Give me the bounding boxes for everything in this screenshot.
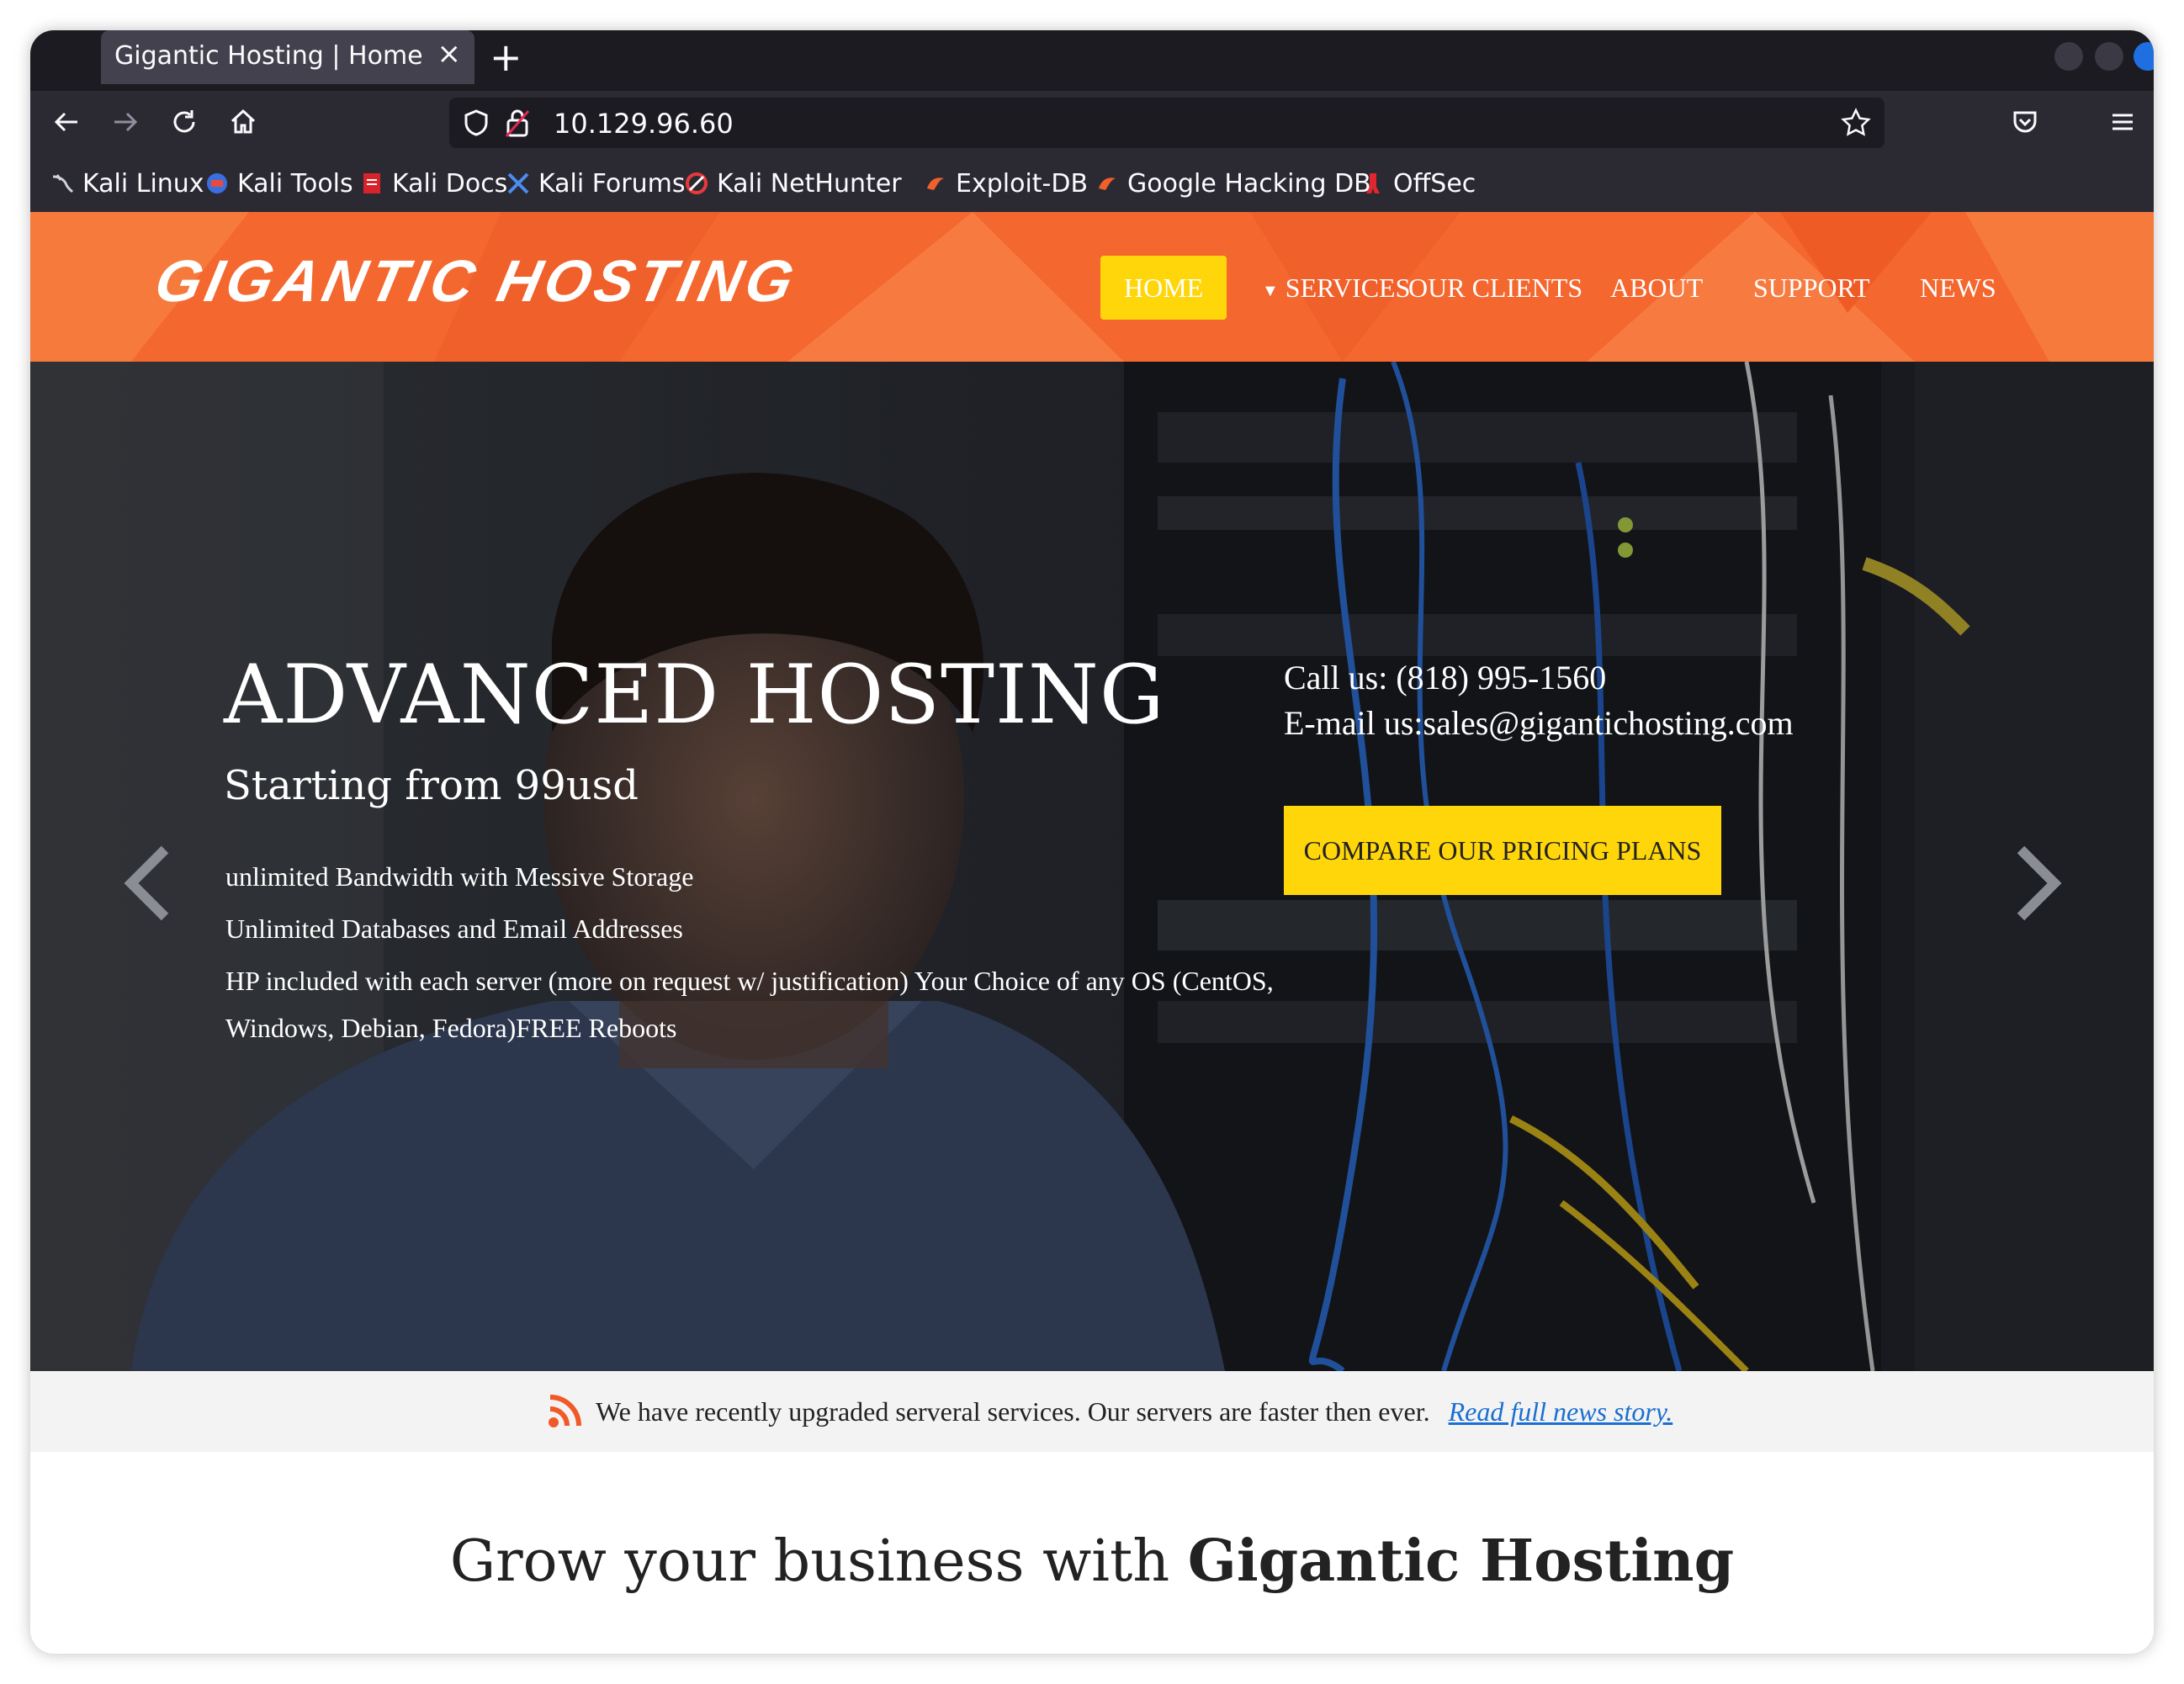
window-maximize-button[interactable] — [2095, 42, 2123, 71]
call-label: Call us: — [1284, 659, 1397, 696]
window-close-button[interactable] — [2134, 42, 2154, 71]
contact-phone: Call us: (818) 995-1560 — [1284, 658, 1606, 697]
nav-news[interactable]: NEWS — [1920, 256, 1996, 320]
forward-icon[interactable] — [106, 103, 145, 141]
bookmark-label: Exploit-DB — [956, 168, 1089, 199]
nav-home[interactable]: HOME — [1100, 256, 1227, 320]
site-logo[interactable]: GIGANTIC HOSTING — [149, 247, 803, 315]
hero-subtitle: Starting from 99usd — [224, 762, 639, 809]
chevron-right-icon — [2017, 845, 2062, 921]
kali-docs-icon — [360, 172, 384, 195]
bookmark-offsec[interactable]: OffSec — [1361, 167, 1476, 200]
chevron-left-icon — [124, 845, 169, 921]
bookmark-kali-forums[interactable]: Kali Forums — [506, 167, 685, 200]
section-heading: Grow your business with Gigantic Hosting — [30, 1528, 2154, 1595]
rss-icon — [549, 1395, 581, 1427]
new-tab-button[interactable]: + — [490, 32, 522, 82]
pocket-icon[interactable] — [2006, 103, 2044, 141]
nav-services-label: SERVICES — [1285, 273, 1411, 303]
bookmarks-toolbar: Kali Linux Kali Tools Kali Docs Kali For… — [30, 155, 2154, 214]
heading-brand: Gigantic Hosting — [1187, 1528, 1735, 1595]
home-icon[interactable] — [224, 103, 262, 141]
menu-icon[interactable] — [2103, 103, 2142, 141]
nav-about[interactable]: ABOUT — [1610, 256, 1703, 320]
hero-title: ADVANCED HOSTING — [224, 648, 1165, 742]
news-ticker: We have recently upgraded serveral servi… — [30, 1371, 2154, 1452]
hero-feature-line: unlimited Bandwidth with Messive Storage — [225, 861, 694, 892]
kali-dragon-icon — [50, 172, 74, 195]
reload-icon[interactable] — [165, 103, 204, 141]
address-bar[interactable]: 10.129.96.60 — [449, 98, 1884, 148]
news-content: We have recently upgraded serveral servi… — [547, 1393, 1672, 1430]
bookmark-kali-nethunter[interactable]: Kali NetHunter — [685, 167, 902, 200]
email-address[interactable]: sales@gigantichosting.com — [1423, 704, 1794, 742]
browser-window: Gigantic Hosting | Home × + 10.129.96.60 — [30, 30, 2154, 1654]
hero-feature-line: Unlimited Databases and Email Addresses — [225, 913, 683, 944]
navigation-toolbar: 10.129.96.60 — [30, 91, 2154, 155]
caret-down-icon: ▼ — [1262, 281, 1279, 300]
slider-prev-arrow[interactable] — [123, 833, 173, 934]
shield-icon[interactable] — [463, 109, 490, 137]
heading-prefix: Grow your business with — [449, 1528, 1188, 1595]
tab-active[interactable]: Gigantic Hosting | Home × — [101, 30, 474, 84]
nav-our-clients[interactable]: OUR CLIENTS — [1408, 256, 1582, 320]
hero-slider: ADVANCED HOSTING Starting from 99usd unl… — [30, 362, 2154, 1371]
nav-services[interactable]: ▼ SERVICES — [1262, 256, 1410, 320]
nethunter-icon — [685, 172, 708, 195]
phone-number[interactable]: (818) 995-1560 — [1396, 659, 1606, 696]
slider-next-arrow[interactable] — [2012, 833, 2063, 934]
bookmark-label: Google Hacking DB — [1127, 168, 1371, 199]
compare-pricing-button[interactable]: COMPARE OUR PRICING PLANS — [1284, 806, 1721, 895]
url-text: 10.129.96.60 — [554, 108, 734, 140]
exploit-db-icon — [924, 172, 947, 195]
bookmark-label: Kali Docs — [392, 168, 508, 199]
tab-title: Gigantic Hosting | Home — [114, 41, 423, 71]
bookmark-kali-tools[interactable]: Kali Tools — [205, 167, 353, 200]
kali-tools-icon — [205, 172, 229, 195]
bookmark-label: Kali Tools — [237, 168, 353, 199]
bookmark-kali-linux[interactable]: Kali Linux — [50, 167, 204, 200]
hero-feature-line: HP included with each server (more on re… — [225, 966, 1274, 996]
news-text: We have recently upgraded serveral servi… — [596, 1395, 1430, 1427]
bookmark-google-hacking-db[interactable]: Google Hacking DB — [1095, 167, 1371, 200]
bookmark-label: OffSec — [1393, 168, 1476, 199]
email-label: E-mail us: — [1284, 704, 1423, 742]
bookmark-kali-docs[interactable]: Kali Docs — [360, 167, 507, 200]
tab-close-icon[interactable]: × — [437, 37, 462, 71]
insecure-lock-icon[interactable] — [505, 108, 530, 138]
bookmark-exploit-db[interactable]: Exploit-DB — [924, 167, 1088, 200]
ghdb-icon — [1095, 172, 1119, 195]
hero-feature-line: Windows, Debian, Fedora)FREE Reboots — [225, 1013, 677, 1043]
bookmark-label: Kali Forums — [538, 168, 686, 199]
kali-forums-icon — [506, 172, 530, 195]
read-news-link[interactable]: Read full news story. — [1449, 1396, 1673, 1427]
site-header: GIGANTIC HOSTING HOME ▼ SERVICES OUR CLIE… — [30, 212, 2154, 362]
back-icon[interactable] — [47, 103, 86, 141]
bookmark-label: Kali NetHunter — [717, 168, 902, 199]
tab-strip: Gigantic Hosting | Home × + — [30, 30, 2154, 91]
bookmark-label: Kali Linux — [82, 168, 204, 199]
offsec-icon — [1361, 172, 1385, 195]
window-minimize-button[interactable] — [2054, 42, 2083, 71]
contact-email: E-mail us:sales@gigantichosting.com — [1284, 703, 1794, 743]
bookmark-star-icon[interactable] — [1841, 108, 1871, 138]
nav-support[interactable]: SUPPORT — [1753, 256, 1870, 320]
